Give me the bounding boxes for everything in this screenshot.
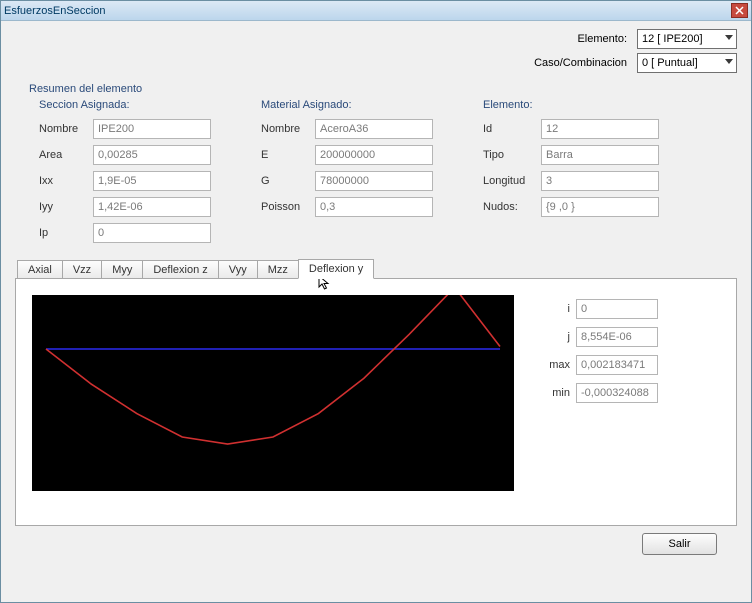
caso-combo-value: 0 [ Puntual]: [642, 57, 698, 69]
elemento-selector-row: Elemento: 12 [ IPE200]: [15, 29, 737, 49]
footer: Salir: [15, 527, 737, 557]
window-title: EsfuerzosEnSeccion: [4, 5, 731, 17]
elemento-combo-value: 12 [ IPE200]: [642, 33, 703, 45]
seccion-ip-label: Ip: [39, 227, 87, 239]
elemento-label: Elemento:: [577, 33, 627, 45]
elemento-tipo-field: [541, 145, 659, 165]
seccion-ip-field: [93, 223, 211, 243]
side-i-label: i: [542, 303, 570, 315]
side-i-field: [576, 299, 658, 319]
close-icon: [735, 6, 744, 15]
titlebar: EsfuerzosEnSeccion: [1, 1, 751, 21]
material-e-label: E: [261, 149, 309, 161]
tab-mzz[interactable]: Mzz: [257, 260, 299, 279]
elemento-title: Elemento:: [483, 99, 659, 111]
chevron-down-icon: [725, 35, 733, 40]
material-nombre-field: [315, 119, 433, 139]
side-min-label: min: [542, 387, 570, 399]
tab-deflexion-y[interactable]: Deflexion y: [298, 259, 374, 279]
seccion-area-label: Area: [39, 149, 87, 161]
seccion-iyy-field: [93, 197, 211, 217]
side-j-label: j: [542, 331, 570, 343]
salir-label: Salir: [668, 538, 690, 550]
elemento-id-field: [541, 119, 659, 139]
deflection-plot: [32, 295, 514, 491]
side-j-field: [576, 327, 658, 347]
elemento-combo[interactable]: 12 [ IPE200]: [637, 29, 737, 49]
seccion-title: Seccion Asignada:: [39, 99, 211, 111]
material-nombre-label: Nombre: [261, 123, 309, 135]
material-poisson-field: [315, 197, 433, 217]
seccion-area-field: [93, 145, 211, 165]
tab-vyy[interactable]: Vyy: [218, 260, 258, 279]
tab-content: i j max min: [15, 278, 737, 526]
plot-side-values: i j max min: [542, 299, 658, 515]
tab-deflexion-z[interactable]: Deflexion z: [142, 260, 218, 279]
tab-axial[interactable]: Axial: [17, 260, 63, 279]
elemento-nudos-label: Nudos:: [483, 201, 535, 213]
seccion-nombre-field: [93, 119, 211, 139]
material-g-field: [315, 171, 433, 191]
caso-label: Caso/Combinacion: [534, 57, 627, 69]
caso-selector-row: Caso/Combinacion 0 [ Puntual]: [15, 53, 737, 73]
close-button[interactable]: [731, 3, 748, 18]
tab-myy[interactable]: Myy: [101, 260, 143, 279]
elemento-longitud-label: Longitud: [483, 175, 535, 187]
tabstrip: AxialVzzMyyDeflexion zVyyMzzDeflexion y: [15, 259, 737, 279]
tab-vzz[interactable]: Vzz: [62, 260, 102, 279]
resumen-title: Resumen del elemento: [29, 83, 737, 95]
material-e-field: [315, 145, 433, 165]
resumen-panel: Seccion Asignada: Nombre Area Ixx Iyy Ip…: [15, 99, 737, 243]
seccion-ixx-field: [93, 171, 211, 191]
elemento-column: Elemento: Id Tipo Longitud Nudos:: [483, 99, 659, 243]
plot-svg: [32, 295, 514, 491]
material-column: Material Asignado: Nombre E G Poisson: [261, 99, 433, 243]
salir-button[interactable]: Salir: [642, 533, 717, 555]
series-deflexion-y: [46, 295, 500, 444]
elemento-longitud-field: [541, 171, 659, 191]
seccion-ixx-label: Ixx: [39, 175, 87, 187]
content-area: Elemento: 12 [ IPE200] Caso/Combinacion …: [1, 21, 751, 602]
caso-combo[interactable]: 0 [ Puntual]: [637, 53, 737, 73]
elemento-tipo-label: Tipo: [483, 149, 535, 161]
elemento-id-label: Id: [483, 123, 535, 135]
seccion-column: Seccion Asignada: Nombre Area Ixx Iyy Ip: [39, 99, 211, 243]
chevron-down-icon: [725, 59, 733, 64]
side-min-field: [576, 383, 658, 403]
app-window: EsfuerzosEnSeccion Elemento: 12 [ IPE200…: [0, 0, 752, 603]
material-title: Material Asignado:: [261, 99, 433, 111]
side-max-field: [576, 355, 658, 375]
side-max-label: max: [542, 359, 570, 371]
seccion-iyy-label: Iyy: [39, 201, 87, 213]
elemento-nudos-field: [541, 197, 659, 217]
seccion-nombre-label: Nombre: [39, 123, 87, 135]
material-poisson-label: Poisson: [261, 201, 309, 213]
material-g-label: G: [261, 175, 309, 187]
